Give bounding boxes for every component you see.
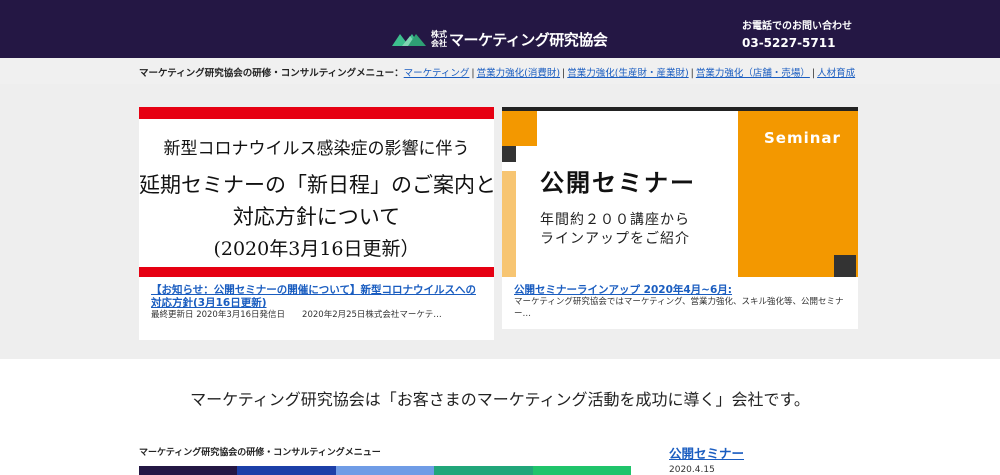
menu-link-sales-consumer[interactable]: 営業力強化(消費財) <box>477 68 560 79</box>
contact-label: お電話でのお問い合わせ <box>742 21 852 32</box>
service-menu-heading: マーケティング研究協会の研修・コンサルティングメニュー <box>139 448 381 458</box>
menu-separator: | <box>690 68 694 79</box>
logo-text: マーケティング研究協会 <box>449 30 608 49</box>
banner-line: 延期セミナーの「新日程」のご案内と <box>139 173 496 197</box>
menu-link-hr-development[interactable]: 人材育成 <box>817 68 855 79</box>
contact-phone-link[interactable]: 03-5227-5711 <box>742 34 852 52</box>
category-tile[interactable] <box>139 466 238 475</box>
banner-seminar-label: Seminar <box>764 129 841 147</box>
banner-title: 公開セミナー <box>540 169 696 197</box>
banner-subtitle-line: ラインアップをご紹介 <box>540 231 690 247</box>
menu-separator: | <box>562 68 566 79</box>
service-menu-lead: マーケティング研究協会の研修・コンサルティングメニュー： <box>139 68 404 79</box>
contact-info: お電話でのお問い合わせ 03-5227-5711 <box>742 20 852 52</box>
banner-line: (2020年3月16日更新） <box>213 238 420 260</box>
banner-line: 新型コロナウイルス感染症の影響に伴う <box>163 139 470 159</box>
public-seminar-link[interactable]: 公開セミナー <box>669 443 744 462</box>
menu-separator: | <box>811 68 816 79</box>
covid-notice-banner[interactable]: 新型コロナウイルス感染症の影響に伴う 延期セミナーの「新日程」のご案内と 対応方… <box>139 107 496 277</box>
company-tagline: マーケティング研究協会は「お客さまのマーケティング活動を成功に導く」会社です。 <box>190 390 810 409</box>
menu-link-sales-industrial[interactable]: 営業力強化(生産財・産業財) <box>567 68 688 79</box>
banner-subtitle-line: 年間約２００講座から <box>540 212 690 228</box>
menu-link-marketing[interactable]: マーケティング <box>404 68 470 79</box>
decor-block <box>502 171 516 277</box>
seminar-lineup-banner[interactable]: Seminar 公開セミナー 年間約２００講座から ラインアップをご紹介 <box>502 107 858 277</box>
menu-link-sales-store[interactable]: 営業力強化（店舗・売場） <box>696 68 810 79</box>
card-description: マーケティング研究協会ではマーケティング、営業力強化、スキル強化等、公開セミナー… <box>514 297 844 319</box>
banner-subtitle: 年間約２００講座から ラインアップをご紹介 <box>540 211 690 249</box>
category-tile[interactable] <box>532 466 632 475</box>
card-title-link[interactable]: 【お知らせ：公開セミナーの開催について】新型コロナウイルスへの対応方針(3月16… <box>151 284 483 310</box>
logo-company-type: 株式会社 <box>431 30 447 48</box>
category-tile[interactable] <box>434 466 533 475</box>
card-description: 最終更新日 2020年3月16日発信日 2020年2月25日株式会社マーケテ… <box>151 310 442 320</box>
logo-mark-icon <box>392 28 428 50</box>
site-header: 株式会社 マーケティング研究協会 お電話でのお問い合わせ 03-5227-571… <box>0 0 1000 58</box>
service-menu: マーケティング研究協会の研修・コンサルティングメニュー：マーケティング | 営業力強… <box>139 65 855 79</box>
site-logo[interactable]: 株式会社 マーケティング研究協会 <box>392 27 608 51</box>
news-date: 2020.4.15 <box>669 465 715 475</box>
category-tile[interactable] <box>237 466 336 475</box>
service-category-strip <box>139 466 632 475</box>
news-card-seminar-lineup[interactable]: Seminar 公開セミナー 年間約２００講座から ラインアップをご紹介 公開セ… <box>502 107 858 329</box>
category-tile[interactable] <box>335 466 435 475</box>
news-card-covid[interactable]: 新型コロナウイルス感染症の影響に伴う 延期セミナーの「新日程」のご案内と 対応方… <box>139 107 496 340</box>
banner-line: 対応方針について <box>232 205 401 229</box>
menu-separator: | <box>471 68 475 79</box>
service-menu-bar: マーケティング研究協会の研修・コンサルティングメニュー：マーケティング | 営業力強… <box>0 58 1000 84</box>
decor-block <box>502 111 537 146</box>
decor-block <box>834 255 856 277</box>
decor-block <box>502 146 516 162</box>
